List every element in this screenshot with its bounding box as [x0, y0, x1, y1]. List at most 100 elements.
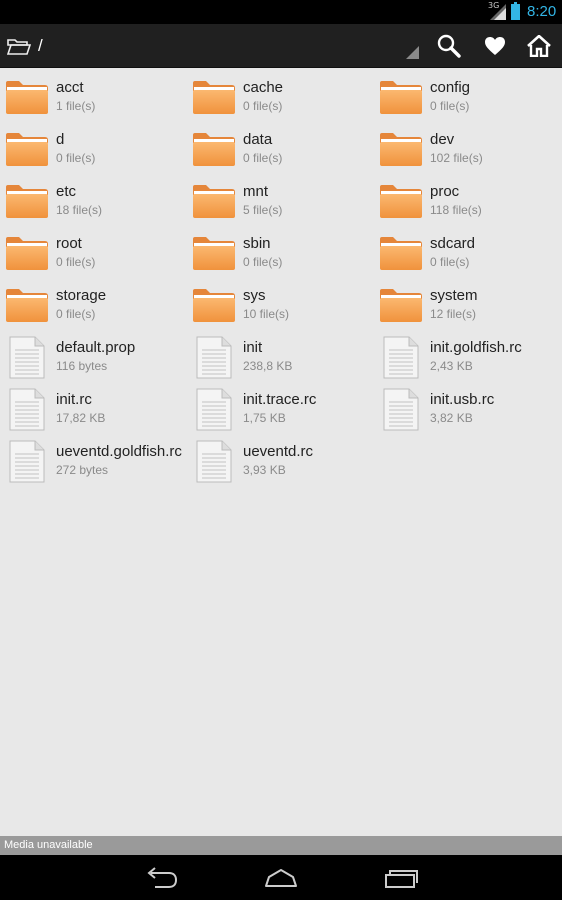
heart-icon — [485, 37, 505, 55]
folder-icon — [193, 185, 235, 218]
folder-icon — [193, 289, 235, 322]
signal-icon — [490, 4, 506, 20]
item-meta: 0 file(s) — [56, 307, 96, 321]
folder-item[interactable]: d 0 file(s) — [0, 124, 187, 176]
item-meta: 0 file(s) — [56, 151, 96, 165]
search-icon — [437, 34, 461, 58]
folder-item[interactable]: mnt 5 file(s) — [187, 176, 374, 228]
back-icon[interactable] — [143, 867, 179, 889]
folder-icon — [380, 289, 422, 322]
battery-icon — [511, 2, 520, 20]
item-meta: 102 file(s) — [430, 151, 483, 165]
item-name: init.goldfish.rc — [430, 339, 522, 356]
document-icon — [196, 388, 232, 431]
item-name: mnt — [243, 183, 269, 200]
item-meta: 12 file(s) — [430, 307, 477, 321]
folder-icon — [193, 237, 235, 270]
file-item[interactable]: init.goldfish.rc 2,43 KB — [374, 332, 561, 384]
file-item[interactable]: init.usb.rc 3,82 KB — [374, 384, 561, 436]
file-item[interactable]: init 238,8 KB — [187, 332, 374, 384]
folder-icon — [6, 237, 48, 270]
home-button[interactable] — [522, 30, 556, 62]
folder-icon — [380, 237, 422, 270]
item-name: dev — [430, 131, 455, 148]
folder-icon — [380, 81, 422, 114]
folder-item[interactable]: system 12 file(s) — [374, 280, 561, 332]
item-name: config — [430, 79, 471, 96]
folder-item[interactable]: data 0 file(s) — [187, 124, 374, 176]
item-meta: 10 file(s) — [243, 307, 290, 321]
home-nav-icon[interactable] — [263, 867, 299, 889]
action-bar: / — [0, 24, 562, 68]
item-name: init — [243, 339, 263, 356]
item-meta: 0 file(s) — [430, 99, 470, 113]
file-item[interactable]: ueventd.rc 3,93 KB — [187, 436, 374, 488]
item-name: proc — [430, 183, 460, 200]
document-icon — [9, 336, 45, 379]
favorites-button[interactable] — [478, 30, 512, 62]
item-meta: 272 bytes — [56, 463, 109, 477]
item-meta: 118 file(s) — [430, 203, 482, 217]
folder-icon — [6, 185, 48, 218]
item-meta: 0 file(s) — [430, 255, 470, 269]
item-name: ueventd.goldfish.rc — [56, 443, 182, 460]
item-name: acct — [56, 79, 84, 96]
folder-icon — [6, 133, 48, 166]
folder-item[interactable]: proc 118 file(s) — [374, 176, 561, 228]
document-icon — [9, 388, 45, 431]
document-icon — [196, 440, 232, 483]
item-meta: 238,8 KB — [243, 359, 293, 373]
item-meta: 17,82 KB — [56, 411, 106, 425]
document-icon — [9, 440, 45, 483]
item-name: init.trace.rc — [243, 391, 317, 408]
file-item[interactable]: ueventd.goldfish.rc 272 bytes — [0, 436, 187, 488]
item-meta: 0 file(s) — [243, 255, 283, 269]
status-message: Media unavailable — [0, 836, 562, 855]
document-icon — [383, 388, 419, 431]
item-meta: 0 file(s) — [243, 151, 283, 165]
item-name: system — [430, 287, 478, 304]
current-path[interactable]: / — [38, 36, 43, 56]
folder-item[interactable]: etc 18 file(s) — [0, 176, 187, 228]
folder-icon — [6, 81, 48, 114]
folder-item[interactable]: root 0 file(s) — [0, 228, 187, 280]
folder-item[interactable]: sys 10 file(s) — [187, 280, 374, 332]
item-name: cache — [243, 79, 284, 96]
folder-item[interactable]: dev 102 file(s) — [374, 124, 561, 176]
document-icon — [196, 336, 232, 379]
folder-item[interactable]: sbin 0 file(s) — [187, 228, 374, 280]
path-dropdown-indicator[interactable] — [406, 46, 419, 59]
clock: 8:20 — [527, 3, 557, 20]
item-meta: 18 file(s) — [56, 203, 103, 217]
item-name: sdcard — [430, 235, 476, 252]
document-icon — [383, 336, 419, 379]
item-meta: 3,93 KB — [243, 463, 286, 477]
folder-item[interactable]: cache 0 file(s) — [187, 72, 374, 124]
item-name: root — [56, 235, 82, 252]
item-meta: 1,75 KB — [243, 411, 286, 425]
folder-icon — [193, 133, 235, 166]
file-item[interactable]: init.rc 17,82 KB — [0, 384, 187, 436]
item-meta: 3,82 KB — [430, 411, 473, 425]
item-meta: 0 file(s) — [56, 255, 96, 269]
item-name: default.prop — [56, 339, 136, 356]
file-item[interactable]: default.prop 116 bytes — [0, 332, 187, 384]
recent-apps-icon[interactable] — [383, 867, 419, 889]
item-name: data — [243, 131, 273, 148]
item-name: sys — [243, 287, 266, 304]
search-button[interactable] — [432, 30, 466, 62]
folder-icon[interactable] — [7, 37, 31, 56]
item-name: init.usb.rc — [430, 391, 495, 408]
folder-icon — [193, 81, 235, 114]
folder-item[interactable]: config 0 file(s) — [374, 72, 561, 124]
folder-icon — [380, 133, 422, 166]
folder-item[interactable]: acct 1 file(s) — [0, 72, 187, 124]
file-item[interactable]: init.trace.rc 1,75 KB — [187, 384, 374, 436]
navigation-bar — [0, 855, 562, 900]
item-meta: 116 bytes — [56, 359, 108, 373]
folder-item[interactable]: sdcard 0 file(s) — [374, 228, 561, 280]
folder-item[interactable]: storage 0 file(s) — [0, 280, 187, 332]
item-meta: 1 file(s) — [56, 99, 96, 113]
item-meta: 0 file(s) — [243, 99, 283, 113]
item-meta: 5 file(s) — [243, 203, 283, 217]
